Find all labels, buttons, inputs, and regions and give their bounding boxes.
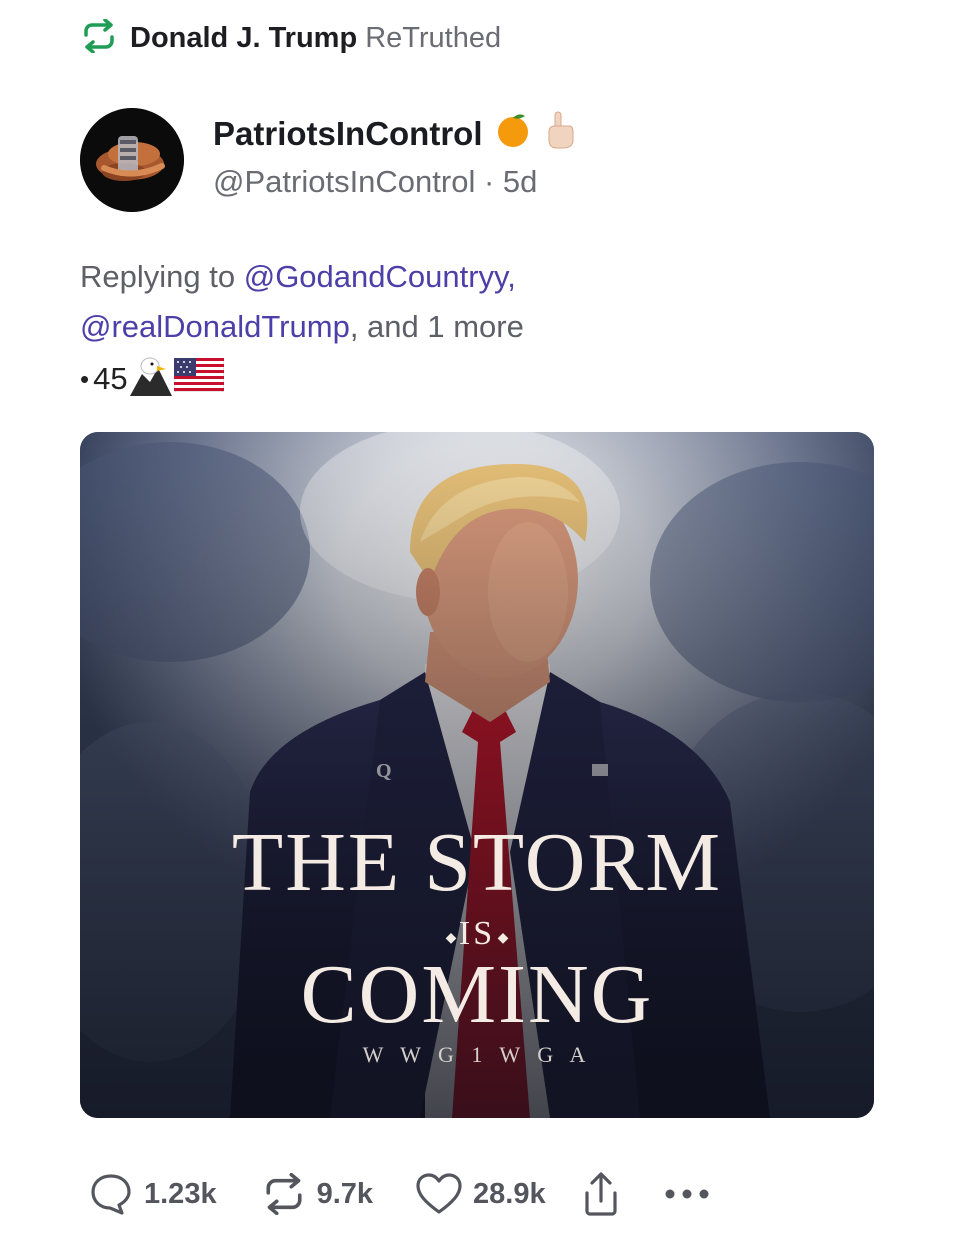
orange-circle-emoji <box>495 112 531 156</box>
mention-link[interactable]: @GodandCountryy, <box>244 259 516 294</box>
share-icon <box>582 1171 620 1217</box>
more-button[interactable] <box>664 1188 710 1200</box>
image-title-line2: IS <box>459 915 495 952</box>
retruth-header: Donald J. Trump ReTruthed <box>80 17 502 58</box>
image-title-line3: COMING <box>301 948 654 1041</box>
us-flag-emoji <box>173 357 225 400</box>
retruth-count: 9.7k <box>316 1177 374 1210</box>
post-text: • 45 <box>80 354 225 404</box>
author-avatar[interactable] <box>80 108 184 212</box>
like-button[interactable]: 28.9k <box>415 1172 546 1216</box>
image-title-line1: THE STORM <box>232 816 722 909</box>
reply-context-line2: @realDonaldTrump, and 1 more <box>80 302 640 352</box>
more-icon <box>664 1188 710 1200</box>
retruth-icon <box>261 1173 307 1215</box>
share-button[interactable] <box>582 1171 620 1217</box>
ornament-dot: ◆ <box>446 930 457 946</box>
reply-button[interactable]: 1.23k <box>88 1171 217 1217</box>
reply-context-line1: Replying to @GodandCountryy, <box>80 252 640 302</box>
action-bar: 1.23k 9.7k 28.9k <box>88 1166 710 1222</box>
flair-number: 45 <box>93 361 128 396</box>
reply-icon <box>88 1171 134 1217</box>
pointing-hand-emoji <box>543 110 577 158</box>
author-meta: @PatriotsInControl · 5d <box>213 164 538 199</box>
reply-count: 1.23k <box>144 1177 217 1210</box>
post-image[interactable]: Q THE STORM IS ◆ ◆ COMING W W G 1 W G A <box>80 432 874 1118</box>
heart-icon <box>415 1172 463 1216</box>
ornament-dot: ◆ <box>498 930 509 946</box>
retruth-icon <box>80 17 118 58</box>
post-age: 5d <box>502 164 538 199</box>
reply-prefix: Replying to <box>80 259 236 294</box>
eagle-emoji <box>128 354 174 404</box>
author-name-row: PatriotsInControl <box>213 110 577 158</box>
author-handle[interactable]: @PatriotsInControl <box>213 164 475 199</box>
image-tagline: W W G 1 W G A <box>363 1042 592 1067</box>
mention-link[interactable]: @realDonaldTrump <box>80 309 350 344</box>
like-count: 28.9k <box>473 1177 546 1210</box>
retruth-button[interactable]: 9.7k <box>261 1173 373 1215</box>
retruth-user-link[interactable]: Donald J. Trump <box>130 22 357 55</box>
retruth-label: ReTruthed <box>365 21 502 54</box>
reply-suffix: , and 1 more <box>349 309 524 344</box>
author-name[interactable]: PatriotsInControl <box>213 115 483 153</box>
